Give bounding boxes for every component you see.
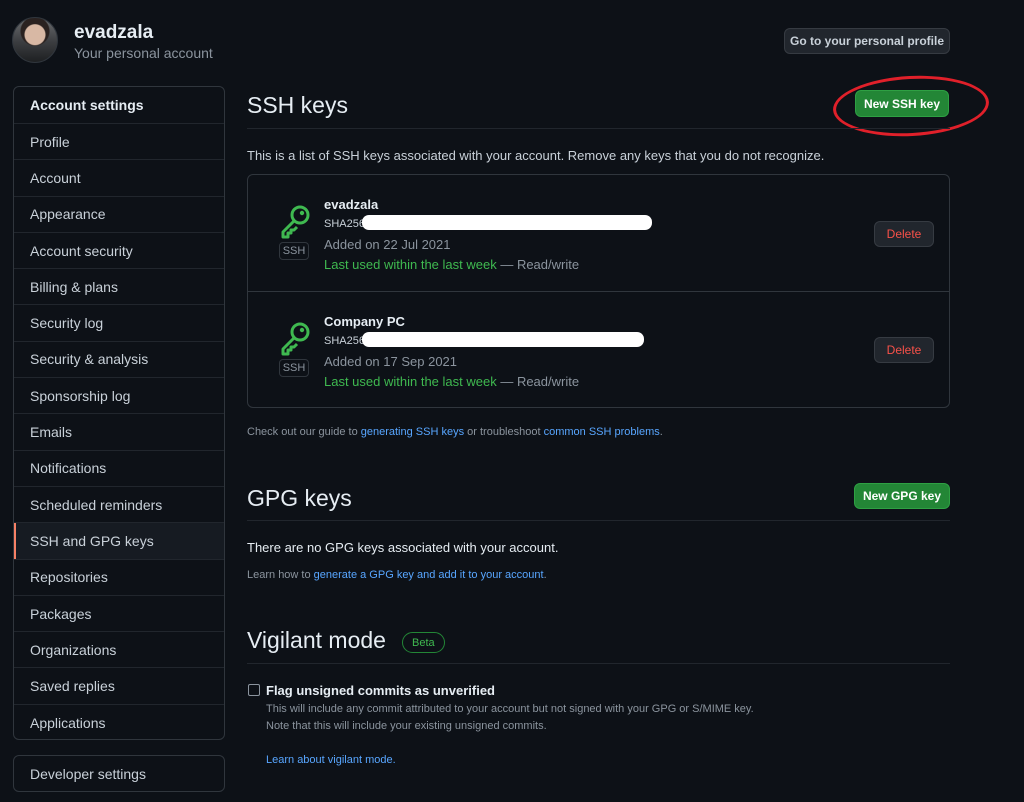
guide-suffix: . [659, 426, 663, 438]
ssh-key-added-date: Added on 22 Jul 2021 [324, 237, 451, 252]
flag-unsigned-commits-label[interactable]: Flag unsigned commits as unverified [266, 683, 495, 698]
ssh-key-row: SSH Company PC SHA256 Added on 17 Sep 20… [248, 291, 949, 407]
vigilant-note-2: Note that this will include your existin… [266, 720, 547, 732]
new-gpg-key-button[interactable]: New GPG key [854, 483, 950, 509]
sidebar-item-security-analysis[interactable]: Security & analysis [14, 342, 224, 379]
sidebar-item-packages[interactable]: Packages [14, 596, 224, 633]
ssh-keys-title: SSH keys [247, 92, 348, 118]
guide-mid: or troubleshoot [464, 426, 544, 438]
sidebar-item-sponsorship-log[interactable]: Sponsorship log [14, 378, 224, 415]
flag-unsigned-commits-checkbox[interactable] [248, 684, 260, 696]
ssh-type-badge: SSH [279, 359, 309, 377]
ssh-key-title: Company PC [324, 314, 405, 329]
sidebar-item-scheduled-reminders[interactable]: Scheduled reminders [14, 487, 224, 524]
common-ssh-problems-link[interactable]: common SSH problems [544, 426, 660, 438]
settings-sidebar: Account settings Profile Account Appearanc… [13, 86, 225, 740]
ssh-guide-text: Check out our guide to generating SSH ke… [247, 426, 663, 438]
sidebar-item-appearance[interactable]: Appearance [14, 197, 224, 233]
go-to-profile-button[interactable]: Go to your personal profile [784, 28, 950, 54]
redaction-scribble [362, 215, 652, 230]
sidebar-heading: Account settings [14, 87, 224, 124]
account-username: evadzala [74, 22, 154, 43]
learn-vigilant-mode-link[interactable]: Learn about vigilant mode. [266, 754, 396, 766]
no-gpg-keys-text: There are no GPG keys associated with yo… [247, 540, 559, 555]
ssh-key-last-used: Last used within the last week — Read/wr… [324, 257, 579, 272]
beta-badge: Beta [402, 632, 445, 653]
ssh-key-list: SSH evadzala SHA256 Added on 22 Jul 2021… [247, 174, 950, 408]
learn-suffix: . [543, 569, 547, 581]
gpg-learn-text: Learn how to generate a GPG key and add … [247, 569, 547, 581]
avatar[interactable] [12, 17, 58, 63]
access-text: — Read/write [496, 374, 580, 389]
sidebar-item-developer-settings[interactable]: Developer settings [13, 755, 225, 792]
sidebar-item-organizations[interactable]: Organizations [14, 632, 224, 669]
last-used-text: Last used within the last week [324, 374, 497, 389]
key-icon [281, 322, 310, 356]
ssh-key-row: SSH evadzala SHA256 Added on 22 Jul 2021… [248, 175, 949, 291]
access-text: — Read/write [496, 257, 580, 272]
divider [247, 520, 950, 521]
ssh-key-added-date: Added on 17 Sep 2021 [324, 354, 458, 369]
sidebar-item-notifications[interactable]: Notifications [14, 451, 224, 487]
generating-ssh-keys-link[interactable]: generating SSH keys [361, 426, 464, 438]
sidebar-item-repositories[interactable]: Repositories [14, 560, 224, 596]
vigilant-mode-title: Vigilant mode [247, 627, 386, 653]
ssh-key-title: evadzala [324, 197, 379, 212]
sidebar-item-profile[interactable]: Profile [14, 124, 224, 161]
sidebar-item-security-log[interactable]: Security log [14, 305, 224, 342]
sidebar-item-billing-plans[interactable]: Billing & plans [14, 269, 224, 306]
ssh-key-last-used: Last used within the last week — Read/wr… [324, 374, 579, 389]
sidebar-item-account-security[interactable]: Account security [14, 233, 224, 270]
redaction-scribble [362, 332, 644, 347]
sidebar-item-ssh-and-gpg-keys[interactable]: SSH and GPG keys [14, 523, 224, 560]
key-icon [281, 205, 310, 239]
learn-prefix: Learn how to [247, 569, 314, 581]
divider [247, 663, 950, 664]
ssh-key-fingerprint: SHA256 [324, 335, 365, 347]
ssh-key-fingerprint: SHA256 [324, 218, 365, 230]
last-used-text: Last used within the last week [324, 257, 497, 272]
sidebar-item-saved-replies[interactable]: Saved replies [14, 668, 224, 705]
ssh-type-badge: SSH [279, 242, 309, 260]
generate-gpg-key-link[interactable]: generate a GPG key and add it to your ac… [314, 569, 544, 581]
guide-prefix: Check out our guide to [247, 426, 361, 438]
delete-ssh-key-button[interactable]: Delete [874, 221, 934, 247]
ssh-intro-text: This is a list of SSH keys associated wi… [247, 148, 825, 163]
sidebar-item-applications[interactable]: Applications [14, 705, 224, 739]
gpg-keys-title: GPG keys [247, 485, 352, 511]
vigilant-note-1: This will include any commit attributed … [266, 703, 754, 715]
new-ssh-key-button[interactable]: New SSH key [855, 90, 949, 117]
delete-ssh-key-button[interactable]: Delete [874, 337, 934, 363]
divider [247, 128, 950, 129]
sidebar-item-emails[interactable]: Emails [14, 414, 224, 451]
sidebar-item-account[interactable]: Account [14, 160, 224, 197]
account-subtitle: Your personal account [74, 45, 213, 61]
